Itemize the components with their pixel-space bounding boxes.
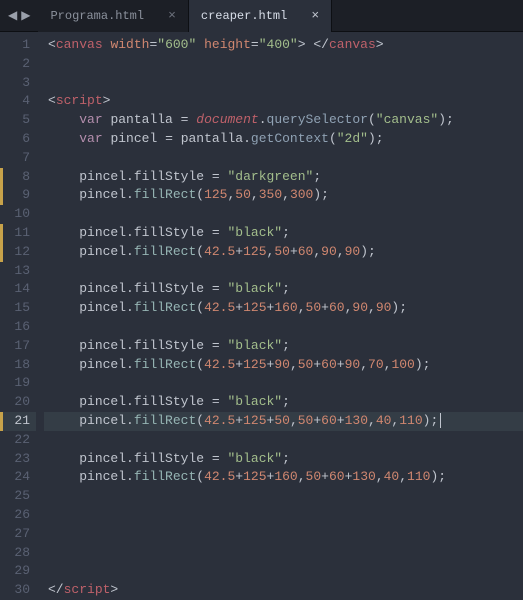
close-icon[interactable]: ×: [311, 8, 319, 23]
line-number: 5: [0, 111, 36, 130]
code-line[interactable]: [44, 506, 523, 525]
code-line[interactable]: [44, 149, 523, 168]
line-number: 14: [0, 280, 36, 299]
line-number: 21: [0, 412, 36, 431]
line-number: 27: [0, 525, 36, 544]
code-line[interactable]: [44, 205, 523, 224]
line-number: 26: [0, 506, 36, 525]
line-number: 23: [0, 450, 36, 469]
code-line[interactable]: var pincel = pantalla.getContext("2d");: [44, 130, 523, 149]
line-number: 6: [0, 130, 36, 149]
line-number: 12: [0, 243, 36, 262]
tab-programa[interactable]: Programa.html ×: [38, 0, 188, 32]
code-line[interactable]: pincel.fillRect(42.5+125,50+60,90,90);: [44, 243, 523, 262]
code-line[interactable]: <script>: [44, 92, 523, 111]
line-number: 2: [0, 55, 36, 74]
code-line[interactable]: pincel.fillStyle = "black";: [44, 224, 523, 243]
line-number: 28: [0, 544, 36, 563]
code-line[interactable]: pincel.fillRect(42.5+125+50,50+60+130,40…: [44, 412, 523, 431]
code-line[interactable]: [44, 525, 523, 544]
line-number: 4: [0, 92, 36, 111]
line-number: 8: [0, 168, 36, 187]
code-area[interactable]: <canvas width="600" height="400"> </canv…: [44, 32, 523, 596]
code-line[interactable]: [44, 487, 523, 506]
back-icon[interactable]: ◀: [8, 8, 17, 23]
code-line[interactable]: pincel.fillStyle = "black";: [44, 280, 523, 299]
line-number: 18: [0, 356, 36, 375]
line-number: 3: [0, 74, 36, 93]
code-line[interactable]: pincel.fillStyle = "black";: [44, 337, 523, 356]
code-line[interactable]: [44, 374, 523, 393]
line-number: 22: [0, 431, 36, 450]
code-line[interactable]: pincel.fillRect(125,50,350,300);: [44, 186, 523, 205]
code-line[interactable]: </script>: [44, 581, 523, 600]
line-number: 29: [0, 562, 36, 581]
line-number: 24: [0, 468, 36, 487]
tab-label: creaper.html: [201, 9, 287, 23]
line-number: 15: [0, 299, 36, 318]
line-number: 1: [0, 36, 36, 55]
tab-creaper[interactable]: creaper.html ×: [189, 0, 332, 32]
code-line[interactable]: pincel.fillRect(42.5+125+90,50+60+90,70,…: [44, 356, 523, 375]
line-number: 13: [0, 262, 36, 281]
code-line[interactable]: [44, 562, 523, 581]
line-number: 30: [0, 581, 36, 600]
code-line[interactable]: pincel.fillStyle = "black";: [44, 450, 523, 469]
tab-bar: ◀ ▶ Programa.html × creaper.html ×: [0, 0, 523, 32]
code-line[interactable]: pincel.fillRect(42.5+125+160,50+60+130,4…: [44, 468, 523, 487]
gutter: 1234567891011121314151617181920212223242…: [0, 32, 44, 596]
nav-arrows: ◀ ▶: [0, 8, 38, 23]
code-line[interactable]: var pantalla = document.querySelector("c…: [44, 111, 523, 130]
code-line[interactable]: pincel.fillStyle = "darkgreen";: [44, 168, 523, 187]
code-line[interactable]: [44, 431, 523, 450]
line-number: 19: [0, 374, 36, 393]
line-number: 10: [0, 205, 36, 224]
code-line[interactable]: [44, 544, 523, 563]
text-cursor: [440, 413, 441, 428]
code-line[interactable]: pincel.fillRect(42.5+125+160,50+60,90,90…: [44, 299, 523, 318]
line-number: 11: [0, 224, 36, 243]
forward-icon[interactable]: ▶: [21, 8, 30, 23]
line-number: 25: [0, 487, 36, 506]
code-line[interactable]: [44, 55, 523, 74]
line-number: 7: [0, 149, 36, 168]
line-number: 17: [0, 337, 36, 356]
tab-label: Programa.html: [50, 9, 144, 23]
editor: 1234567891011121314151617181920212223242…: [0, 32, 523, 596]
line-number: 16: [0, 318, 36, 337]
code-line[interactable]: pincel.fillStyle = "black";: [44, 393, 523, 412]
line-number: 9: [0, 186, 36, 205]
code-line[interactable]: [44, 74, 523, 93]
line-number: 20: [0, 393, 36, 412]
code-line[interactable]: <canvas width="600" height="400"> </canv…: [44, 36, 523, 55]
close-icon[interactable]: ×: [168, 8, 176, 23]
code-line[interactable]: [44, 318, 523, 337]
code-line[interactable]: [44, 262, 523, 281]
